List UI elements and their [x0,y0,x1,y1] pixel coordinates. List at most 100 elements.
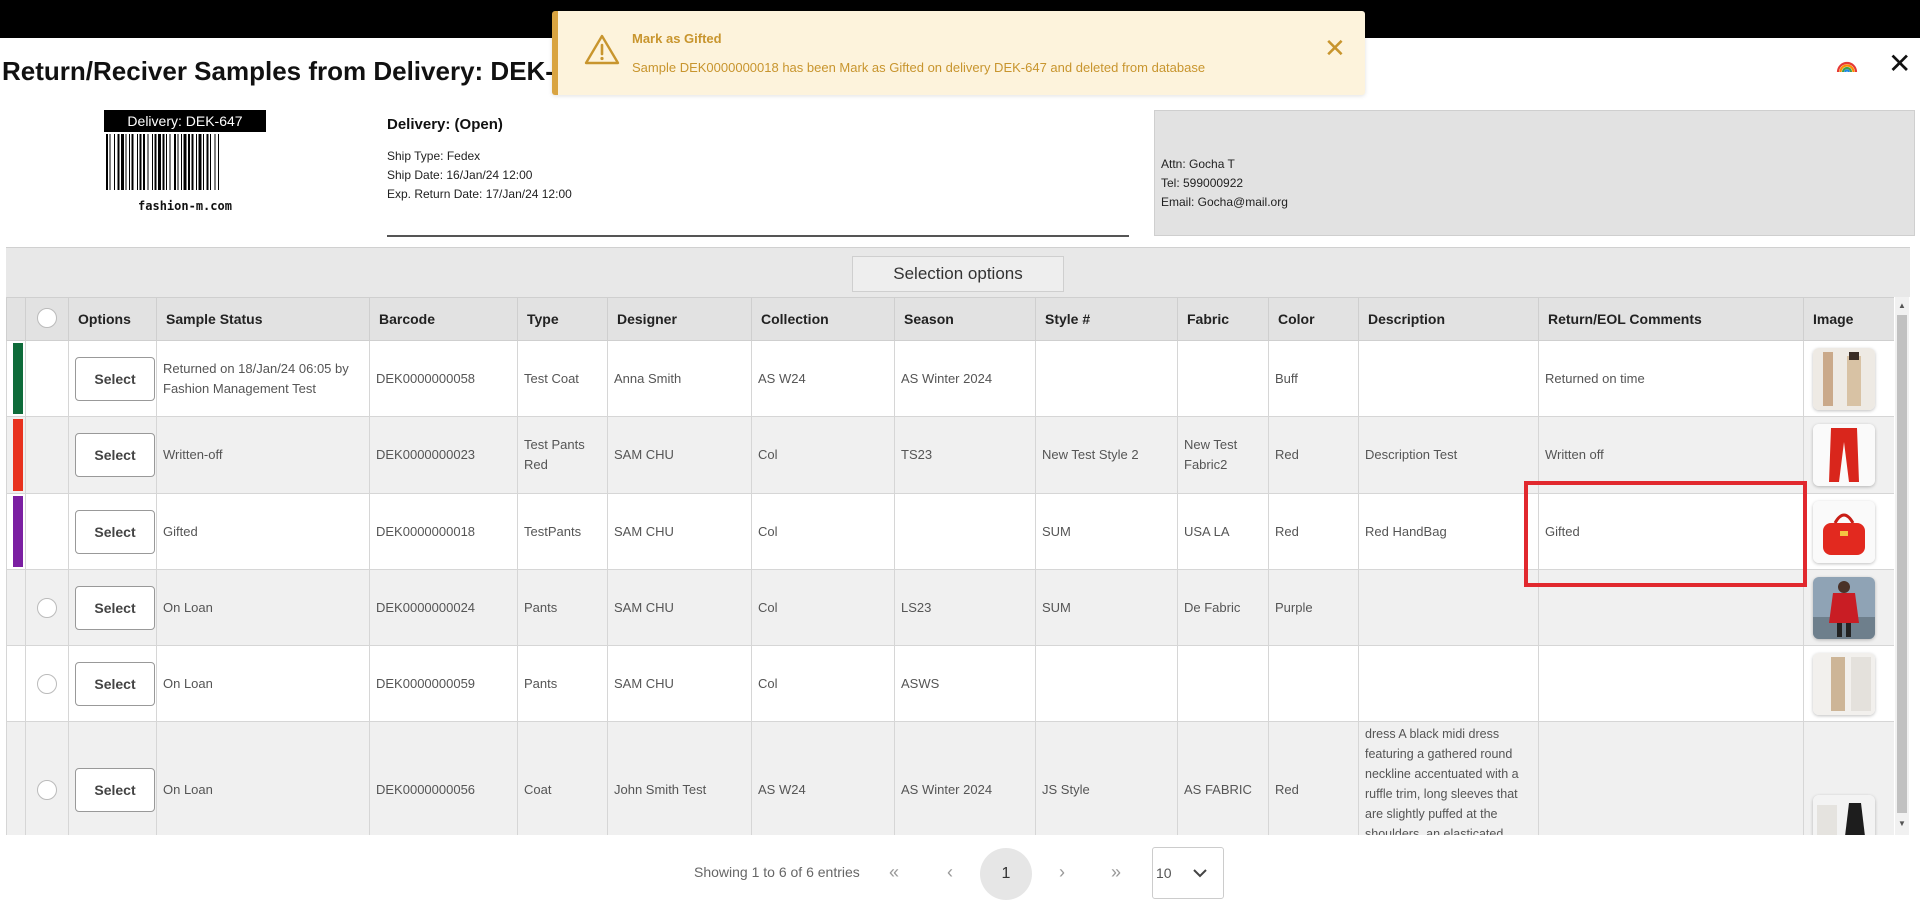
cell-description: Description Test [1358,416,1539,494]
cell-season [894,493,1036,570]
cell-collection: AS W24 [751,721,895,835]
scroll-up-icon[interactable]: ▲ [1898,301,1906,310]
select-all-radio[interactable] [37,307,57,328]
table-row[interactable]: Select Returned on 18/Jan/24 06:05 by Fas… [6,340,1894,417]
modal-close-button[interactable]: ✕ [1888,50,1911,78]
select-button[interactable]: Select [75,433,155,477]
toast-notification: Mark as Gifted Sample DEK0000000018 has … [552,11,1365,95]
table-row[interactable]: Select On Loan DEK0000000059 Pants SAM CHU Co… [6,645,1894,722]
contact-attn: Attn: Gocha T [1161,157,1235,171]
cell-collection: Col [751,493,895,570]
row-checkbox-cell[interactable] [25,645,69,722]
sample-thumbnail[interactable] [1813,347,1875,410]
cell-designer: SAM CHU [607,645,752,722]
barcode-bars [106,134,219,190]
cell-image[interactable] [1803,645,1894,722]
per-page-value: 10 [1156,865,1172,881]
cell-image[interactable] [1803,569,1894,646]
sample-thumbnail[interactable] [1813,424,1875,486]
row-checkbox-cell[interactable] [25,569,69,646]
table-row[interactable]: Select Written-off DEK0000000023 Test Pants… [6,416,1894,494]
cell-fabric [1177,645,1269,722]
table-row[interactable]: Select Gifted DEK0000000018 TestPants SAM CH… [6,493,1894,570]
row-options-cell: Select [68,493,157,570]
header-collection[interactable]: Collection [751,297,895,341]
cell-description: Red HandBag [1358,493,1539,570]
header-barcode[interactable]: Barcode [369,297,518,341]
cell-color [1268,645,1359,722]
cell-style: JS Style [1035,721,1178,835]
cell-sample-status: Gifted [156,493,370,570]
header-type[interactable]: Type [517,297,608,341]
header-options[interactable]: Options [68,297,157,341]
select-button[interactable]: Select [75,767,155,812]
current-page-button[interactable]: 1 [980,848,1032,900]
cell-comment [1538,721,1804,835]
header-color[interactable]: Color [1268,297,1359,341]
select-button[interactable]: Select [75,585,155,630]
cell-image[interactable] [1803,721,1894,835]
samples-table-container[interactable]: Options Sample Status Barcode Type Desig… [6,297,1894,835]
cell-image[interactable] [1803,340,1894,417]
cell-fabric: De Fabric [1177,569,1269,646]
toast-close-button[interactable]: ✕ [1324,35,1346,61]
next-page-button[interactable]: › [1046,857,1078,889]
row-status-stripe [6,569,26,646]
header-designer[interactable]: Designer [607,297,752,341]
select-button[interactable]: Select [75,509,155,554]
delivery-info: Delivery: (Open) Ship Type: Fedex Ship D… [387,116,1129,237]
cell-season: TS23 [894,416,1036,494]
contact-tel: Tel: 599000922 [1161,176,1244,190]
header-style[interactable]: Style # [1035,297,1178,341]
cell-sample-status: On Loan [156,721,370,835]
beige-outfit-image [1813,347,1875,410]
table-header-row: Options Sample Status Barcode Type Desig… [6,297,1894,341]
row-select-radio[interactable] [37,597,57,618]
scrollbar-thumb[interactable] [1897,315,1907,813]
table-scrollbar[interactable]: ▲ ▼ [1895,297,1909,835]
cell-color: Buff [1268,340,1359,417]
header-sample-status[interactable]: Sample Status [156,297,370,341]
chevron-down-icon [1193,869,1207,878]
cell-type: Test Coat [517,340,608,417]
black-dress-image [1813,795,1875,835]
first-page-button[interactable]: « [878,857,910,889]
scroll-down-icon[interactable]: ▼ [1898,819,1906,828]
row-select-radio[interactable] [37,779,57,800]
header-comments[interactable]: Return/EOL Comments [1538,297,1804,341]
rainbow-icon[interactable] [1836,54,1858,76]
table-row[interactable]: Select On Loan DEK0000000056 Coat John Smith… [6,721,1894,835]
header-season[interactable]: Season [894,297,1036,341]
cell-image[interactable] [1803,416,1894,494]
entries-info: Showing 1 to 6 of 6 entries [694,864,860,880]
per-page-select[interactable]: 10 [1152,847,1224,899]
last-page-button[interactable]: » [1100,857,1132,889]
cell-type: Pants [517,569,608,646]
cell-fabric [1177,340,1269,417]
row-select-radio[interactable] [37,673,57,694]
sample-thumbnail[interactable] [1813,652,1875,715]
select-button[interactable]: Select [75,661,155,706]
header-fabric[interactable]: Fabric [1177,297,1269,341]
cell-style: SUM [1035,569,1178,646]
delivery-barcode: Delivery: DEK-647 fashion-m.com [104,110,266,215]
cell-designer: John Smith Test [607,721,752,835]
select-button[interactable]: Select [75,356,155,401]
sample-thumbnail[interactable] [1813,576,1875,639]
table-row[interactable]: Select On Loan DEK0000000024 Pants SAM CHU Co… [6,569,1894,646]
cell-type: Pants [517,645,608,722]
row-checkbox-cell[interactable] [25,721,69,835]
header-select-all[interactable] [25,297,69,341]
sample-thumbnail[interactable] [1813,500,1875,563]
cell-comment [1538,645,1804,722]
cell-barcode: DEK0000000018 [369,493,518,570]
red-pants-image [1813,424,1875,486]
cell-image[interactable] [1803,493,1894,570]
sample-thumbnail[interactable] [1813,795,1875,835]
header-image[interactable]: Image [1803,297,1894,341]
header-description[interactable]: Description [1358,297,1539,341]
beige-pants-image [1813,652,1875,715]
selection-options-button[interactable]: Selection options [852,256,1064,292]
prev-page-button[interactable]: ‹ [934,857,966,889]
contact-email: Email: Gocha@mail.org [1161,195,1288,209]
